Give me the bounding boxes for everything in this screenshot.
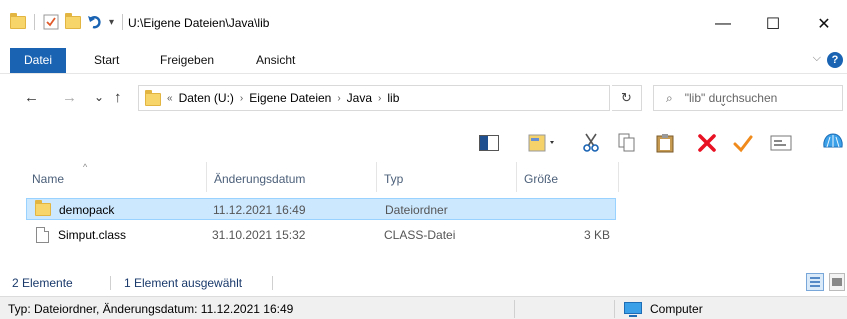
status-location: Computer (650, 302, 703, 316)
folder-icon (35, 200, 51, 216)
maximize-icon: ☐ (765, 16, 781, 33)
refresh-icon: ↻ (621, 90, 632, 105)
tab-start[interactable]: Start (84, 48, 129, 73)
properties-check-icon[interactable] (43, 14, 59, 30)
search-placeholder: "lib" durchsuchen (684, 91, 778, 105)
divider (614, 300, 615, 318)
file-icon (36, 227, 49, 243)
search-input[interactable]: ⌕ "lib" durchsuchen (653, 85, 843, 111)
navigation-bar: ← → ⌄ ↑ « Daten (U:) › Eigene Dateien › … (0, 80, 847, 116)
help-icon[interactable]: ? (827, 52, 843, 68)
tab-datei[interactable]: Datei (10, 48, 66, 73)
folder-icon[interactable] (10, 12, 26, 29)
delete-icon[interactable] (694, 130, 720, 156)
list-item-demopack[interactable]: demopack 11.12.2021 16:49 Dateiordner (26, 198, 616, 220)
back-button[interactable]: ← (24, 89, 39, 106)
up-button[interactable]: ↑ (114, 89, 122, 106)
column-name[interactable]: Name (26, 162, 206, 192)
computer-icon (624, 302, 642, 317)
forward-button[interactable]: → (62, 89, 77, 106)
status-info: Typ: Dateiordner, Änderungsdatum: 11.12.… (8, 302, 294, 316)
undo-icon[interactable] (87, 14, 103, 30)
address-bar[interactable]: « Daten (U:) › Eigene Dateien › Java › l… (138, 85, 727, 111)
breadcrumb-lib[interactable]: lib (387, 91, 399, 105)
divider (34, 14, 35, 30)
maximize-button[interactable]: ☐ (750, 10, 796, 38)
column-size[interactable]: Größe (518, 162, 618, 192)
cut-icon[interactable] (578, 130, 604, 156)
file-date: 31.10.2021 15:32 (212, 228, 306, 242)
rename-check-icon[interactable] (730, 130, 756, 156)
new-folder-icon[interactable] (65, 12, 81, 29)
window-title: U:\Eigene Dateien\Java\lib (128, 16, 270, 30)
tab-freigeben[interactable]: Freigeben (150, 48, 224, 73)
column-divider[interactable] (376, 162, 377, 192)
breadcrumb-separator-icon[interactable]: › (337, 93, 340, 104)
shell-icon[interactable] (820, 130, 846, 156)
breadcrumb-separator-icon[interactable]: › (240, 93, 243, 104)
ribbon-tabs: Datei Start Freigeben Ansicht ⌵ ? (0, 48, 847, 74)
quick-access-toolbar: ▾ (10, 12, 125, 30)
title-bar: ▾ U:\Eigene Dateien\Java\lib — ☐ ✕ (0, 0, 847, 48)
list-item-simput-class[interactable]: Simput.class 31.10.2021 15:32 CLASS-Date… (26, 224, 616, 246)
search-icon: ⌕ (666, 90, 673, 105)
folder-icon (145, 89, 161, 106)
divider (272, 276, 273, 290)
file-size: 3 KB (584, 228, 611, 242)
view-layout-icon[interactable] (526, 130, 560, 156)
tab-ansicht[interactable]: Ansicht (246, 48, 305, 73)
close-icon: ✕ (817, 16, 831, 33)
selection-count: 1 Element ausgewählt (124, 276, 243, 290)
file-name: demopack (59, 203, 115, 217)
breadcrumb-separator-icon[interactable]: › (378, 93, 381, 104)
minimize-button[interactable]: — (700, 10, 746, 38)
file-type: Dateiordner (385, 203, 448, 217)
details-view-icon (810, 277, 820, 287)
divider (514, 300, 515, 318)
item-count-bar: 2 Elemente 1 Element ausgewählt (0, 270, 847, 294)
breadcrumb-daten[interactable]: Daten (U:) (179, 91, 234, 105)
overflow-chevron[interactable]: « (167, 93, 173, 104)
large-icons-view-button[interactable] (829, 273, 845, 291)
column-divider[interactable] (206, 162, 207, 192)
file-name: Simput.class (58, 228, 127, 242)
breadcrumb-eigene-dateien[interactable]: Eigene Dateien (249, 91, 331, 105)
paste-icon[interactable] (652, 130, 678, 156)
large-icons-view-icon (832, 278, 842, 286)
column-divider[interactable] (516, 162, 517, 192)
refresh-button[interactable]: ↻ (612, 85, 642, 111)
recent-locations-button[interactable]: ⌄ (94, 90, 104, 104)
customize-quick-access-icon[interactable]: ▾ (109, 17, 114, 28)
copy-icon[interactable] (614, 130, 640, 156)
close-button[interactable]: ✕ (801, 10, 847, 38)
column-date[interactable]: Änderungsdatum (208, 162, 376, 192)
details-view-button[interactable] (806, 273, 824, 291)
collapse-ribbon-icon[interactable]: ⌵ (813, 52, 821, 65)
file-type: CLASS-Datei (384, 228, 456, 242)
minimize-icon: — (715, 15, 731, 32)
divider (110, 276, 111, 290)
status-bar: Typ: Dateiordner, Änderungsdatum: 11.12.… (0, 296, 847, 319)
file-date: 11.12.2021 16:49 (213, 203, 306, 217)
column-type[interactable]: Typ (378, 162, 516, 192)
column-divider[interactable] (618, 162, 619, 192)
properties-icon[interactable] (768, 130, 794, 156)
column-header-row: ^ Name Änderungsdatum Typ Größe (0, 162, 847, 192)
divider (122, 14, 124, 30)
preview-pane-icon[interactable] (476, 130, 502, 156)
command-toolbar (0, 124, 847, 162)
breadcrumb-java[interactable]: Java (347, 91, 372, 105)
element-count: 2 Elemente (12, 276, 73, 290)
